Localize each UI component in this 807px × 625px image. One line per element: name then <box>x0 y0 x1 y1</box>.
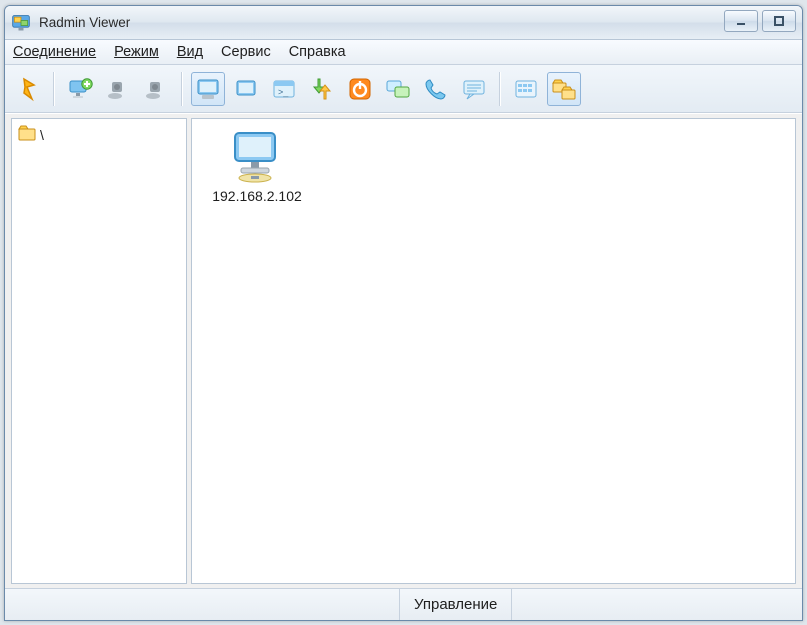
menu-service[interactable]: Сервис <box>221 44 271 60</box>
scan-button-2[interactable] <box>139 72 173 106</box>
tree-panel[interactable]: \ <box>11 118 187 584</box>
svg-text:>_: >_ <box>278 87 289 97</box>
menu-help[interactable]: Справка <box>289 44 346 60</box>
minimize-button[interactable] <box>724 10 758 32</box>
list-item-label: 192.168.2.102 <box>202 188 312 204</box>
folder-icon <box>18 125 36 144</box>
add-computer-button[interactable] <box>63 72 97 106</box>
menu-mode[interactable]: Режим <box>114 44 159 60</box>
view-only-button[interactable] <box>229 72 263 106</box>
full-control-button[interactable] <box>191 72 225 106</box>
client-area: \ 192.168.2.102 <box>5 113 802 588</box>
statusbar: Управление <box>5 588 802 620</box>
tree-toggle-button[interactable] <box>547 72 581 106</box>
text-chat-button[interactable] <box>457 72 491 106</box>
menubar: Соединение Режим Вид Сервис Справка <box>5 40 802 65</box>
status-mode: Управление <box>400 589 512 620</box>
toolbar: >_ <box>5 65 802 113</box>
tree-root[interactable]: \ <box>18 125 180 144</box>
send-message-button[interactable] <box>381 72 415 106</box>
list-panel[interactable]: 192.168.2.102 <box>191 118 796 584</box>
status-left <box>5 589 400 620</box>
list-item[interactable]: 192.168.2.102 <box>202 129 312 204</box>
voice-chat-button[interactable] <box>419 72 453 106</box>
computer-icon <box>227 129 287 184</box>
toolbar-separator <box>181 72 183 106</box>
application-window: Radmin Viewer Соединение Режим Вид Серви… <box>4 5 803 621</box>
app-icon <box>11 13 31 33</box>
toolbar-separator <box>499 72 501 106</box>
titlebar[interactable]: Radmin Viewer <box>5 6 802 40</box>
menu-connection[interactable]: Соединение <box>13 44 96 60</box>
shutdown-button[interactable] <box>343 72 377 106</box>
cmd-button[interactable]: >_ <box>267 72 301 106</box>
tree-root-label: \ <box>40 127 44 143</box>
window-title: Radmin Viewer <box>39 15 130 30</box>
file-transfer-button[interactable] <box>305 72 339 106</box>
menu-view[interactable]: Вид <box>177 44 203 60</box>
scan-button-1[interactable] <box>101 72 135 106</box>
maximize-button[interactable] <box>762 10 796 32</box>
window-controls <box>718 6 802 36</box>
toolbar-separator <box>53 72 55 106</box>
properties-button[interactable] <box>509 72 543 106</box>
connect-button[interactable] <box>11 72 45 106</box>
